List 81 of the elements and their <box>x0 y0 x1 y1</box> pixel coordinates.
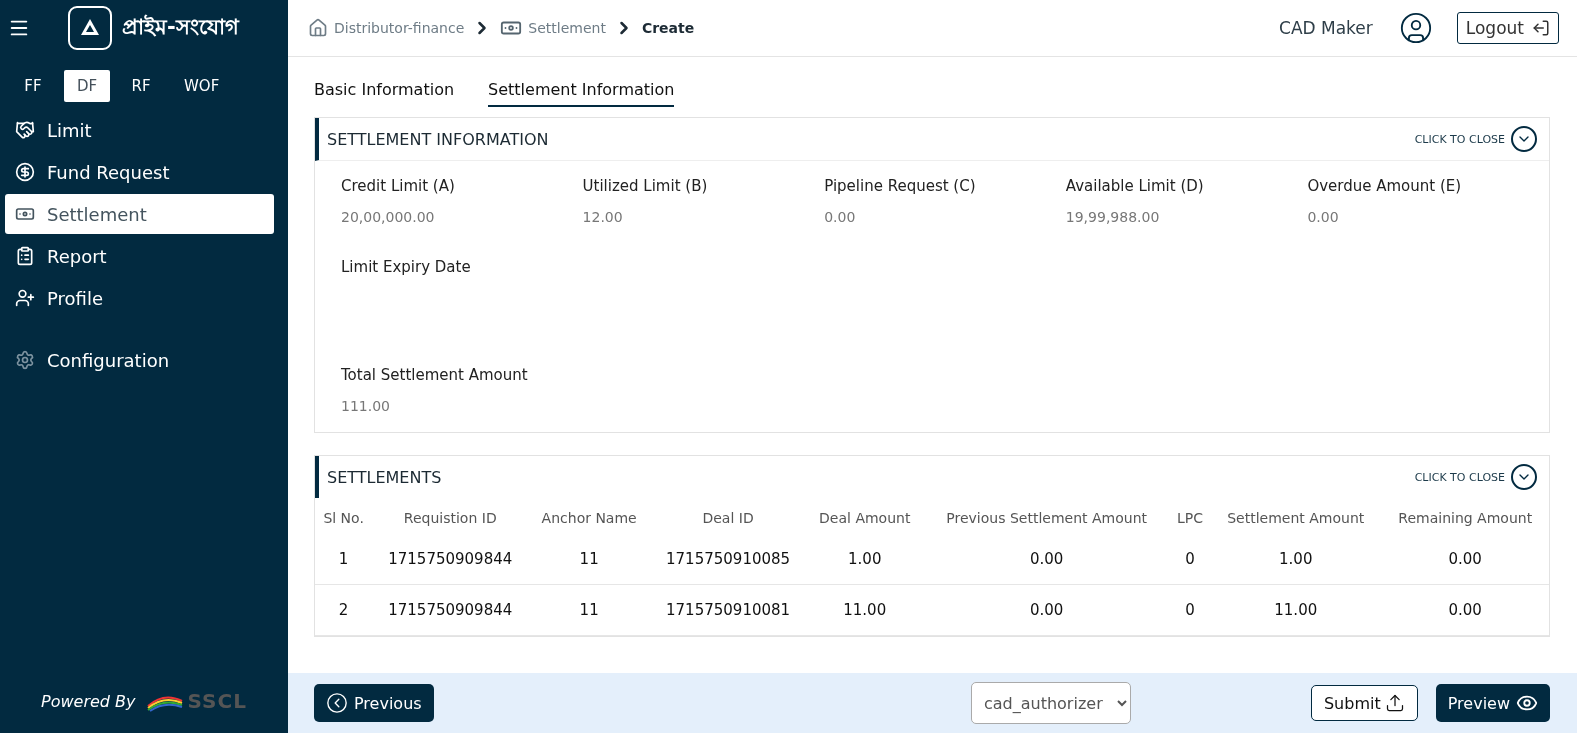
user-name: CAD Maker <box>1279 18 1373 38</box>
logout-button[interactable]: Logout <box>1456 12 1559 44</box>
column-header: Anchor Name <box>540 509 638 528</box>
table-cell: 0.00 <box>1381 584 1549 636</box>
user-plus-icon <box>15 288 35 308</box>
breadcrumb-link[interactable]: Settlement <box>500 17 606 39</box>
card-title: SETTLEMENT INFORMATION <box>327 129 550 149</box>
field-label: Utilized Limit (B) <box>582 177 709 195</box>
table-cell: 11.00 <box>806 584 924 636</box>
sidebar-item[interactable]: Report <box>5 236 274 276</box>
clipboard-icon <box>15 246 35 266</box>
logout-icon <box>1532 19 1550 37</box>
field-label: Overdue Amount (E) <box>1307 177 1463 195</box>
field-label: Total Settlement Amount <box>341 366 529 384</box>
table-cell: 0.00 <box>1381 534 1549 585</box>
tab[interactable]: Settlement Information <box>488 80 675 107</box>
sidebar-item[interactable]: Configuration <box>5 340 274 380</box>
previous-button[interactable]: Previous <box>314 684 434 722</box>
field-label: Credit Limit (A) <box>341 177 456 195</box>
table-cell: 1715750909844 <box>372 584 529 636</box>
breadcrumb-link[interactable]: Create <box>641 20 695 36</box>
table-cell: 0.00 <box>923 584 1170 636</box>
sidebar-item[interactable]: Fund Request <box>5 152 274 192</box>
product-tab[interactable]: WOF <box>172 70 232 102</box>
column-header: Deal Amount <box>818 509 912 528</box>
collapse-toggle[interactable]: CLICK TO CLOSE <box>1408 463 1543 491</box>
field-value: 20,00,000.00 <box>341 209 436 225</box>
product-tab[interactable]: FF <box>10 70 56 102</box>
field-value: 12.00 <box>582 209 624 225</box>
card-title: SETTLEMENTS <box>327 467 443 487</box>
tab[interactable]: Basic Information <box>314 80 455 107</box>
field-label: Pipeline Request (C) <box>824 177 977 195</box>
table-cell: 1715750910081 <box>650 584 807 636</box>
sidebar-item[interactable]: Limit <box>5 110 274 150</box>
field-label: Available Limit (D) <box>1065 177 1205 195</box>
settings-icon <box>15 350 35 370</box>
user-avatar-icon[interactable] <box>1398 11 1433 45</box>
breadcrumb-link[interactable]: Distributor-finance <box>308 18 465 38</box>
product-tab[interactable]: RF <box>118 70 164 102</box>
field-label: Limit Expiry Date <box>341 258 471 276</box>
column-header: Previous Settlement Amount <box>945 509 1148 528</box>
role-select[interactable]: cad_authorizer <box>970 682 1131 724</box>
table-cell: 0.00 <box>923 534 1170 585</box>
table-cell: 11 <box>528 584 651 636</box>
column-header: Remaining Amount <box>1397 509 1534 528</box>
field-value: 0.00 <box>1307 209 1340 225</box>
powered-by-text: Powered By <box>41 691 136 711</box>
column-header: Requistion ID <box>402 509 498 528</box>
chevron-down-circle-icon <box>1511 464 1537 490</box>
handshake-icon <box>15 120 35 140</box>
field-value: 111.00 <box>341 398 391 414</box>
sidebar-item[interactable]: Profile <box>5 278 274 318</box>
table-cell: 1.00 <box>1210 534 1382 585</box>
submit-button[interactable]: Submit <box>1310 685 1418 721</box>
field-value: 19,99,988.00 <box>1065 209 1161 225</box>
table-cell: 0 <box>1169 534 1211 585</box>
column-header: Deal ID <box>701 509 755 528</box>
field-value: 0.00 <box>824 209 857 225</box>
table-cell: 1 <box>315 534 373 585</box>
brand-name: প্রাইম-সংযোগ <box>122 13 239 41</box>
home-icon <box>308 18 328 38</box>
upload-icon <box>1384 693 1405 713</box>
column-header: Settlement Amount <box>1226 509 1366 528</box>
chevron-down-circle-icon <box>1511 126 1537 152</box>
table-cell: 1715750910085 <box>650 534 807 585</box>
brand-logo <box>68 6 112 50</box>
sidebar-item[interactable]: Settlement <box>5 194 274 234</box>
table-cell: 11 <box>528 534 651 585</box>
table-cell: 2 <box>315 584 373 636</box>
table-cell: 11.00 <box>1210 584 1382 636</box>
sscl-logo: SSCL <box>145 689 247 713</box>
collapse-toggle[interactable]: CLICK TO CLOSE <box>1408 125 1543 153</box>
chevron-left-circle-icon <box>326 692 348 714</box>
column-header: Sl No. <box>322 509 365 528</box>
product-tab[interactable]: DF <box>64 70 110 102</box>
table-cell: 1.00 <box>806 534 924 585</box>
table-cell: 0 <box>1169 584 1211 636</box>
column-header: LPC <box>1176 509 1204 528</box>
table-cell: 1715750909844 <box>372 534 529 585</box>
preview-button[interactable]: Preview <box>1435 684 1550 722</box>
dollar-circle-icon <box>15 162 35 182</box>
